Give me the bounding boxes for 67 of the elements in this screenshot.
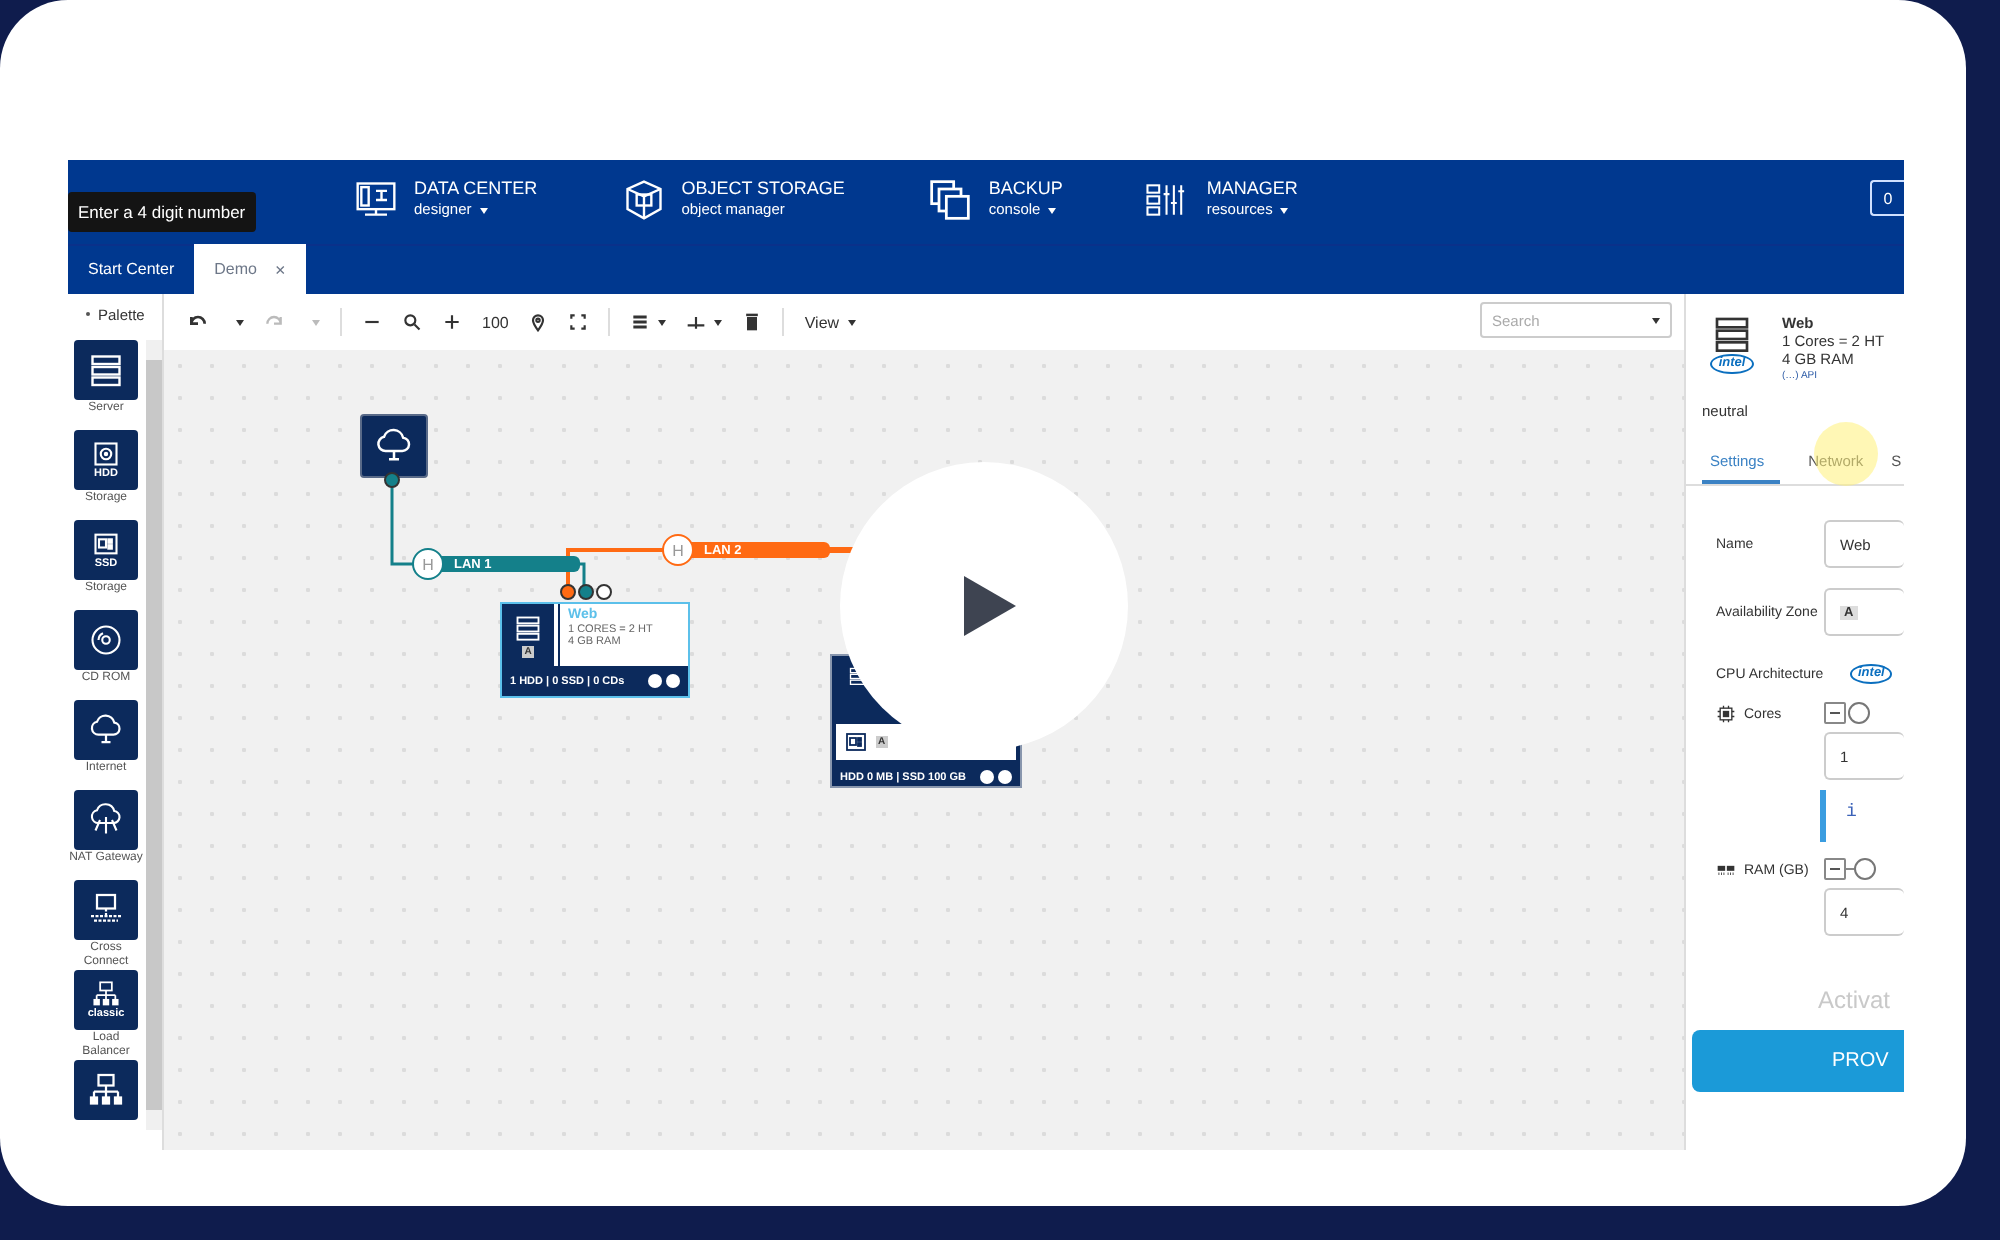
tab[interactable]: Demo × [194, 244, 306, 294]
delete-button[interactable] [742, 308, 763, 336]
cloud-icon [88, 712, 124, 748]
palette-tile[interactable] [74, 700, 138, 760]
caret-icon [1652, 317, 1660, 323]
slider-thumb[interactable] [1854, 858, 1876, 880]
caret-icon [658, 319, 667, 325]
list-icon [630, 312, 651, 332]
internet-node[interactable] [360, 414, 428, 478]
chip-card-icon [842, 730, 870, 754]
view-menu[interactable]: View [804, 308, 856, 336]
zoom-button[interactable] [402, 308, 422, 336]
tab[interactable]: Start Center [68, 244, 195, 294]
plus-icon [442, 312, 462, 332]
add-port-icon[interactable] [596, 584, 612, 600]
caret-icon [847, 319, 856, 325]
palette-tile[interactable] [74, 1060, 138, 1120]
expand-icon[interactable] [666, 674, 680, 688]
port-icon [384, 472, 400, 488]
nav-title[interactable]: OBJECT STORAGE [681, 178, 845, 200]
caret-icon [714, 319, 723, 325]
slider-thumb[interactable] [1848, 702, 1870, 724]
chip-icon [1716, 704, 1736, 724]
play-icon [964, 576, 1016, 636]
trash-icon [742, 312, 763, 332]
server-icon [88, 352, 124, 388]
search-icon [402, 312, 422, 332]
network-tree-icon [92, 979, 120, 1007]
info-note: i [1820, 790, 1900, 842]
nav-title[interactable]: DATA CENTER [414, 178, 538, 200]
close-icon[interactable]: × [274, 259, 286, 279]
add-icon[interactable] [980, 770, 994, 784]
palette-tile[interactable] [74, 340, 138, 400]
fit-screen-icon [568, 312, 589, 332]
cloud-icon [374, 426, 414, 466]
disc-icon [88, 622, 124, 658]
caret-icon [312, 319, 320, 325]
locate-button[interactable] [528, 308, 549, 336]
chip-card-icon [92, 529, 120, 557]
zoom-level[interactable]: 100 [482, 308, 509, 336]
add-icon[interactable] [648, 674, 662, 688]
nav-title[interactable]: MANAGER [1206, 178, 1298, 200]
monitor-icon [354, 178, 398, 222]
decrement-button[interactable] [1824, 858, 1846, 880]
palette-tile[interactable] [74, 610, 138, 670]
palette-tile[interactable] [74, 790, 138, 850]
palette-tile[interactable] [74, 880, 138, 940]
network-tree-icon [88, 1072, 124, 1108]
cube-icon [621, 178, 666, 222]
align-icon [686, 312, 707, 332]
caret-icon [236, 319, 244, 325]
monitor-icon [88, 892, 124, 928]
nav-title[interactable]: BACKUP [988, 178, 1063, 200]
hub-icon: H [662, 534, 694, 566]
cloud-icon [88, 802, 124, 838]
expand-icon[interactable] [998, 770, 1012, 784]
fit-button[interactable] [568, 308, 589, 336]
hub-icon: H [412, 548, 444, 580]
decrement-button[interactable] [1824, 702, 1846, 724]
stacked-squares-icon [928, 178, 973, 222]
caret-icon [479, 207, 488, 213]
pin-icon [528, 312, 549, 332]
caret-icon [1048, 207, 1057, 213]
memory-icon [1716, 860, 1736, 880]
counter-badge[interactable]: 0 [1870, 180, 1904, 216]
caret-icon [1280, 207, 1289, 213]
tooltip-text: Enter a 4 digit number [78, 202, 246, 222]
